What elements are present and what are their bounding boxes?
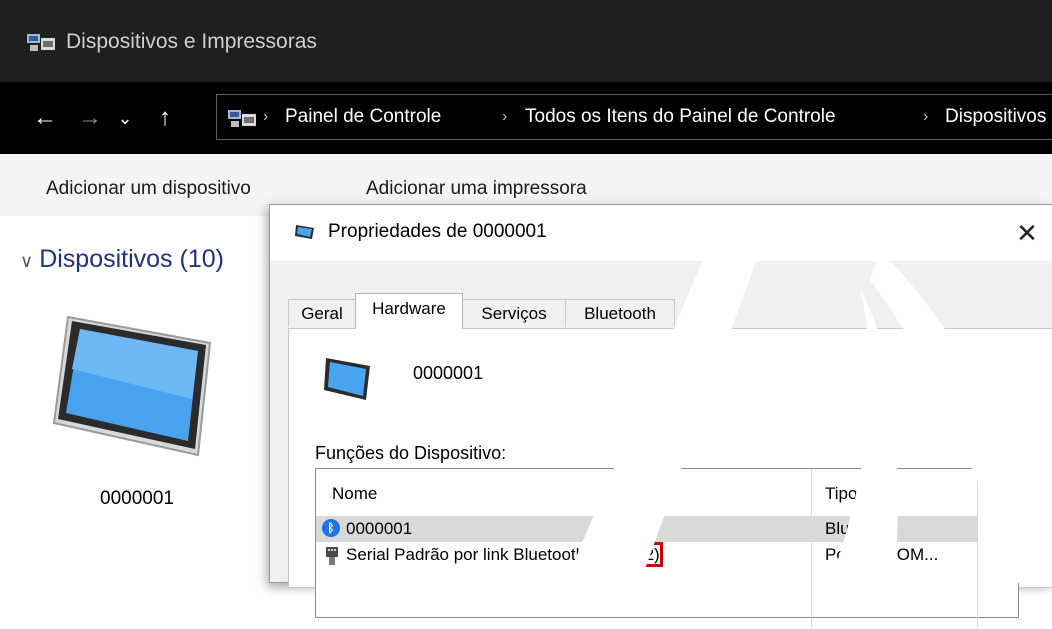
device-name: 0000001 bbox=[413, 363, 484, 383]
forward-button[interactable]: → bbox=[75, 98, 105, 138]
breadcrumb-todos-os-itens[interactable]: Todos os Itens do Painel de Controle bbox=[525, 95, 836, 139]
list-item[interactable]: Serial Padrão por link Bluetooth (COM12)… bbox=[316, 542, 977, 568]
close-button[interactable]: ✕ bbox=[1002, 205, 1052, 261]
devices-printers-icon bbox=[26, 30, 56, 60]
list-item-type: Portas (COM... bbox=[825, 545, 939, 564]
breadcrumb-painel-de-controle[interactable]: Painel de Controle bbox=[285, 95, 441, 139]
breadcrumb-dispositivos[interactable]: Dispositivos bbox=[945, 95, 1046, 139]
window-titlebar: Dispositivos e Impressoras bbox=[0, 0, 1052, 82]
device-functions-list[interactable]: Nome Tipo ᛒ 0000001 Bluetooth Serial Pad… bbox=[315, 468, 1019, 629]
properties-dialog: Propriedades de 0000001 ✕ Geral Hardware… bbox=[269, 204, 1052, 629]
devices-group-header[interactable]: ∨ Dispositivos (10) bbox=[20, 244, 224, 276]
add-device-button[interactable]: Adicionar um dispositivo bbox=[46, 178, 251, 200]
device-icon bbox=[294, 223, 316, 246]
address-field[interactable]: › Painel de Controle › Todos os Itens do… bbox=[216, 94, 1052, 140]
up-button[interactable]: ↑ bbox=[148, 98, 182, 138]
add-printer-button[interactable]: Adicionar uma impressora bbox=[366, 178, 587, 200]
hardware-tab-panel: 0000001 Funções do Dispositivo: Nome Tip… bbox=[288, 328, 1052, 629]
com-port-highlight: (COM12) bbox=[586, 542, 663, 567]
devices-printers-icon bbox=[227, 106, 257, 136]
tab-servicos[interactable]: Serviços bbox=[462, 299, 566, 327]
collapse-chevron-icon: ∨ bbox=[20, 251, 34, 271]
address-bar: ← → ⌄ ↑ › Painel de Controle › Todos os … bbox=[0, 82, 1052, 154]
bluetooth-icon: ᛒ bbox=[322, 519, 340, 537]
tab-bluetooth[interactable]: Bluetooth bbox=[565, 299, 675, 327]
list-item-name-text: Serial Padrão por link Bluetooth bbox=[346, 545, 590, 564]
recent-locations-button[interactable]: ⌄ bbox=[112, 98, 138, 138]
column-header-name[interactable]: Nome bbox=[332, 483, 377, 505]
dialog-titlebar: Propriedades de 0000001 ✕ bbox=[270, 205, 1052, 261]
column-header-type[interactable]: Tipo bbox=[825, 483, 857, 505]
back-button[interactable]: ← bbox=[30, 98, 60, 138]
list-item-name: 0000001 bbox=[346, 519, 413, 538]
devices-group-label: Dispositivos (10) bbox=[39, 245, 224, 273]
breadcrumb-separator: › bbox=[923, 108, 929, 125]
breadcrumb-separator: › bbox=[502, 108, 508, 125]
dialog-title: Propriedades de 0000001 bbox=[328, 221, 547, 242]
tablet-device-icon bbox=[322, 354, 374, 407]
breadcrumb-separator: › bbox=[263, 108, 269, 125]
list-item[interactable]: ᛒ 0000001 Bluetooth bbox=[316, 516, 977, 542]
tab-hardware[interactable]: Hardware bbox=[355, 293, 463, 329]
list-item-name: Serial Padrão por link Bluetooth (COM12) bbox=[346, 542, 663, 567]
list-item-type: Bluetooth bbox=[825, 519, 897, 538]
serial-port-icon bbox=[324, 546, 340, 571]
tab-geral[interactable]: Geral bbox=[288, 299, 356, 327]
column-divider bbox=[977, 469, 978, 629]
device-functions-label: Funções do Dispositivo: bbox=[315, 443, 507, 463]
device-item-label[interactable]: 0000001 bbox=[100, 488, 174, 510]
tablet-device-icon[interactable] bbox=[50, 309, 220, 464]
window-title: Dispositivos e Impressoras bbox=[66, 30, 317, 53]
